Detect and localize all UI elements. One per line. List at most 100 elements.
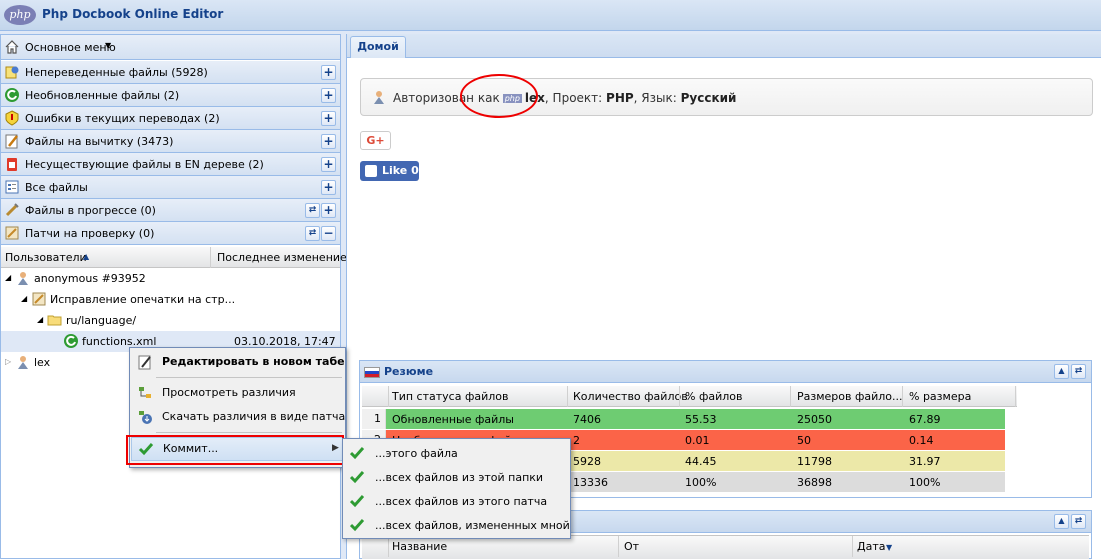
menu-label: Скачать различия в виде патча <box>162 410 346 423</box>
col-status-type[interactable]: Тип статуса файлов <box>392 390 509 403</box>
section-patches[interactable]: Патчи на проверку (0) ⇄ − <box>1 222 340 245</box>
tree-row-folder[interactable]: ◢ ru/language/ <box>1 310 340 331</box>
col-from[interactable]: От <box>624 540 639 553</box>
expand-button[interactable]: + <box>321 203 336 218</box>
collapse-panel-button[interactable]: ▲ <box>1054 364 1069 379</box>
check-icon <box>350 447 364 460</box>
refresh-button[interactable]: ⇄ <box>305 226 320 241</box>
section-outdated[interactable]: Необновленные файлы (2) + <box>1 84 340 107</box>
section-review[interactable]: Файлы на вычитку (3473) + <box>1 130 340 153</box>
thumbs-up-icon <box>365 165 377 177</box>
tree-row-patch[interactable]: ◢ Исправление опечатки на стр... <box>1 289 340 310</box>
refresh-button[interactable]: ⇄ <box>1071 514 1086 529</box>
submenu-label: ...всех файлов, измененных мной <box>375 519 570 532</box>
main-menu-header[interactable]: Основное меню ▼ <box>1 35 340 60</box>
expand-button[interactable]: + <box>321 65 336 80</box>
section-label: Ошибки в текущих переводах (2) <box>25 112 220 125</box>
menu-edit-new-tab[interactable]: Редактировать в новом табе <box>131 350 345 374</box>
section-label: Несуществующие файлы в EN дереве (2) <box>25 158 264 171</box>
user-icon <box>18 272 28 285</box>
tree-collapsed-icon: ▷ <box>5 357 12 366</box>
menu-label: Просмотреть различия <box>162 386 296 399</box>
in-progress-icon <box>5 203 19 217</box>
cell-size: 50 <box>797 434 811 447</box>
chevron-down-icon: ▼ <box>105 41 112 50</box>
commit-patch-files[interactable]: ...всех файлов из этого патча <box>344 489 569 513</box>
section-in-progress[interactable]: Файлы в прогрессе (0) ⇄ + <box>1 199 340 222</box>
check-icon <box>350 519 364 532</box>
gplus-button[interactable]: G+ <box>360 131 391 150</box>
section-nonexistent[interactable]: Несуществующие файлы в EN дереве (2) + <box>1 153 340 176</box>
refresh-button[interactable]: ⇄ <box>305 203 320 218</box>
summary-row[interactable]: 1 Обновленные файлы 7406 55.53 25050 67.89 <box>362 409 1005 429</box>
commit-folder-files[interactable]: ...всех файлов из этой папки <box>344 465 569 489</box>
errors-icon <box>5 110 19 126</box>
col-file-pct[interactable]: % файлов <box>685 390 743 403</box>
cell-pct: 44.45 <box>685 455 717 468</box>
summary-header: Резюме ▲ ⇄ <box>360 361 1091 383</box>
tree-text: Исправление опечатки на стр... <box>50 293 236 306</box>
commit-submenu: ...этого файла ...всех файлов из этой па… <box>342 438 571 539</box>
php-logo: php <box>4 5 36 25</box>
summary-grid-header: Тип статуса файлов Количество файлов % ф… <box>362 386 1017 407</box>
users-grid-header: Пользователи ▲ Последнее изменение <box>1 247 347 268</box>
col-name[interactable]: Название <box>392 540 447 553</box>
folder-open-icon <box>47 315 62 326</box>
fb-like-button[interactable]: Like 0 <box>360 161 419 181</box>
section-all-files[interactable]: Все файлы + <box>1 176 340 199</box>
fb-like-label: Like 0 <box>382 164 419 177</box>
commit-this-file[interactable]: ...этого файла <box>344 441 569 465</box>
cell-count: 7406 <box>573 413 601 426</box>
commit-my-files[interactable]: ...всех файлов, измененных мной <box>344 513 570 537</box>
section-label: Патчи на проверку (0) <box>25 227 155 240</box>
auth-lang-label: , Язык: <box>633 91 677 105</box>
expand-button[interactable]: + <box>321 111 336 126</box>
expand-button[interactable]: + <box>321 88 336 103</box>
col-size[interactable]: Размеров файло... <box>797 390 903 403</box>
tree-expanded-icon: ◢ <box>5 273 12 282</box>
col-file-count[interactable]: Количество файлов <box>573 390 688 403</box>
expand-button[interactable]: + <box>321 157 336 172</box>
check-icon <box>350 495 364 508</box>
menu-view-diff[interactable]: Просмотреть различия <box>131 381 344 405</box>
section-label: Файлы на вычитку (3473) <box>25 135 174 148</box>
section-errors[interactable]: Ошибки в текущих переводах (2) + <box>1 107 340 130</box>
tree-expanded-icon: ◢ <box>37 315 44 324</box>
submenu-label: ...этого файла <box>375 447 458 460</box>
cell-pct: 100% <box>685 476 717 489</box>
expand-button[interactable]: + <box>321 180 336 195</box>
menu-separator <box>156 377 342 378</box>
highlight-ellipse <box>460 74 538 118</box>
expand-button[interactable]: + <box>321 134 336 149</box>
collapse-button[interactable]: − <box>321 226 336 241</box>
col-date[interactable]: Дата <box>857 540 885 553</box>
section-untranslated[interactable]: Непереведенные файлы (5928) + <box>1 61 340 84</box>
collapse-panel-button[interactable]: ▲ <box>1054 514 1069 529</box>
refresh-button[interactable]: ⇄ <box>1071 364 1086 379</box>
app-title: Php Docbook Online Editor <box>42 7 224 21</box>
home-icon <box>5 40 19 54</box>
cell-count: 5928 <box>573 455 601 468</box>
highlight-rect <box>126 435 344 465</box>
cell-size-pct: 100% <box>909 476 941 489</box>
cell-pct: 55.53 <box>685 413 717 426</box>
row-number: 1 <box>362 409 386 429</box>
col-last-change[interactable]: Последнее изменение <box>217 251 347 264</box>
cell-count: 2 <box>573 434 580 447</box>
tree-text: lex <box>34 356 51 369</box>
all-files-icon <box>5 180 19 194</box>
col-users[interactable]: Пользователи <box>5 251 87 264</box>
auth-project-label: , Проект: <box>544 91 603 105</box>
tree-row-anonymous[interactable]: ◢ anonymous #93952 <box>1 268 340 289</box>
tab-home[interactable]: Домой <box>350 36 406 58</box>
download-patch-icon <box>139 411 152 424</box>
left-panel: Основное меню ▼ Непереведенные файлы (59… <box>0 34 347 559</box>
section-label: Все файлы <box>25 181 88 194</box>
sort-desc-icon: ▼ <box>886 543 893 552</box>
submenu-label: ...всех файлов из этой папки <box>375 471 544 484</box>
edit-icon <box>138 355 151 370</box>
cell-count: 13336 <box>573 476 608 489</box>
menu-download-patch[interactable]: Скачать различия в виде патча <box>131 405 346 429</box>
cell-size: 25050 <box>797 413 832 426</box>
col-size-pct[interactable]: % размера <box>909 390 971 403</box>
